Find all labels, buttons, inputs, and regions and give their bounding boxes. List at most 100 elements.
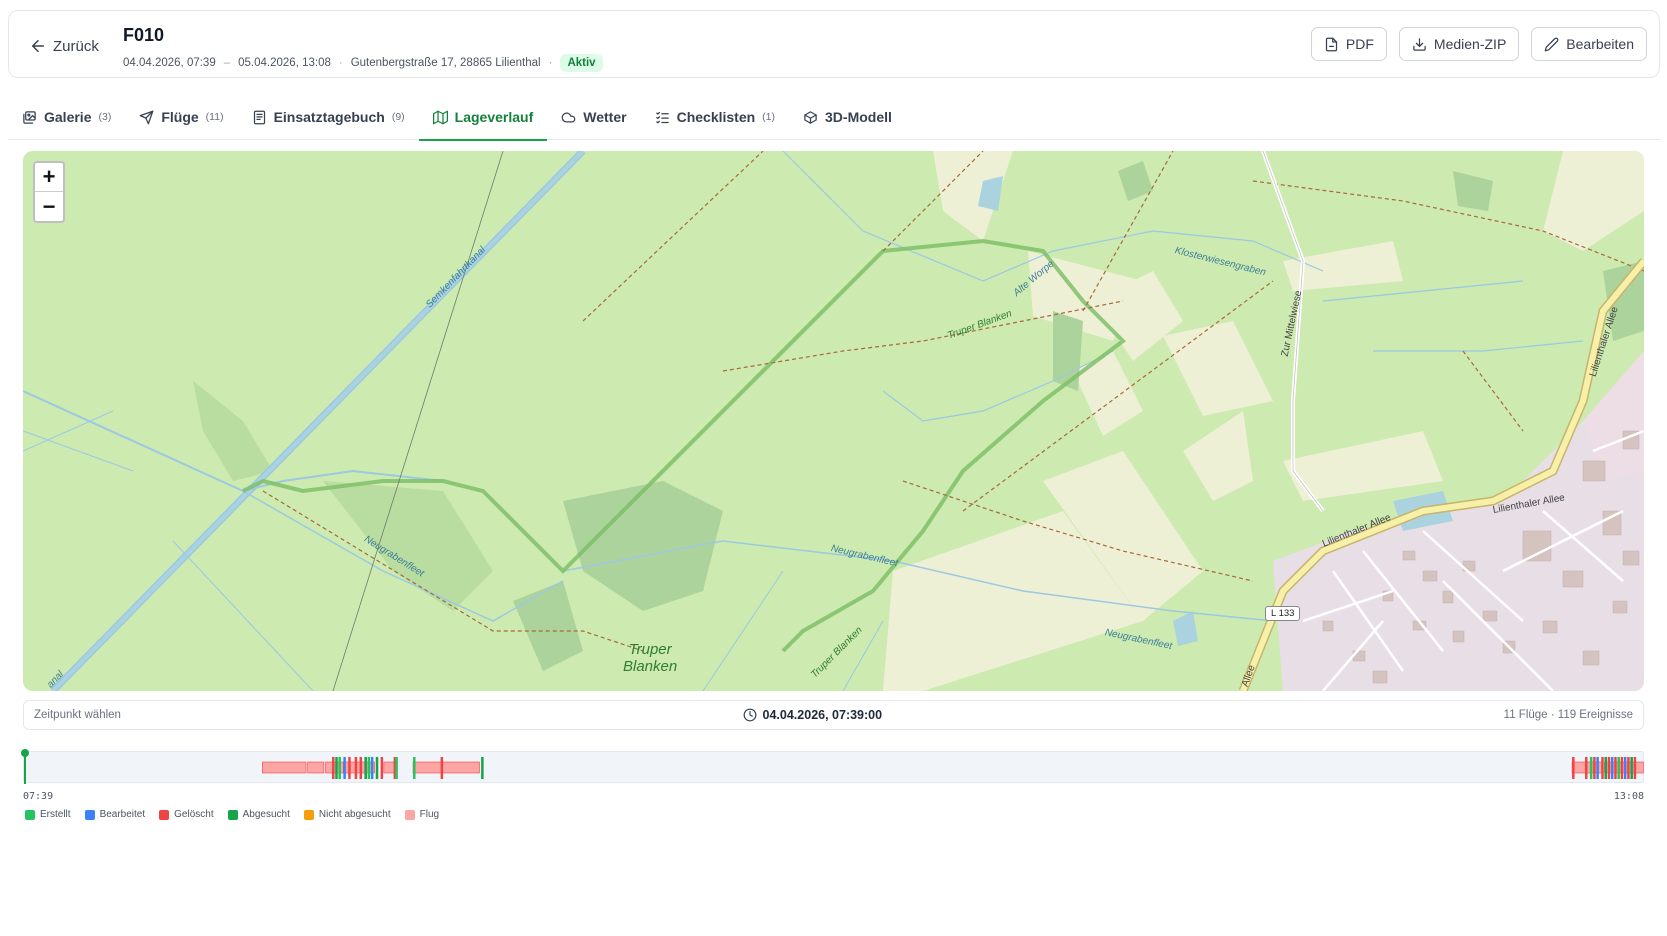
timeline-event-marker[interactable] [331,757,335,779]
address: Gutenbergstraße 17, 28865 Lilienthal [350,57,541,69]
tab-label: Wetter [583,109,627,125]
timeline-event-marker[interactable] [359,757,363,779]
file-pdf-icon [1325,37,1338,51]
legend-item-flug: Flug [404,809,440,820]
timeline-flight-bar[interactable] [261,761,307,774]
range-separator: – [223,57,231,69]
back-button[interactable]: Zurück [29,34,99,58]
timeline-event-marker[interactable] [1627,757,1630,779]
timeline-event-marker[interactable] [1604,757,1607,779]
legend-label: Flug [419,809,440,820]
current-time: 04.04.2026, 07:39:00 [743,708,883,722]
timeline-event-marker[interactable] [380,757,384,779]
timeline-cursor-handle[interactable] [21,749,29,757]
back-label: Zurück [53,37,99,55]
timeline-marks [21,749,1644,784]
time-selector-label: Zeitpunkt wählen [34,709,121,721]
tab-label: Checklisten [676,109,756,125]
timeline-event-marker[interactable] [1610,757,1614,779]
timeline-event-marker[interactable] [1596,757,1599,779]
timeline-event-marker[interactable] [1585,757,1588,779]
end-time: 05.04.2026, 13:08 [238,57,331,69]
timeline-event-marker[interactable] [1617,757,1620,779]
timeline-event-marker[interactable] [335,757,338,779]
tab-checklisten[interactable]: Checklisten (1) [641,94,789,140]
timeline-event-marker[interactable] [364,757,367,779]
timeline-event-marker[interactable] [1630,757,1633,779]
timeline-event-marker[interactable] [338,757,341,779]
tab-galerie[interactable]: Galerie (3) [8,94,125,140]
legend-label: Erstellt [40,809,71,820]
legend-label: Abgesucht [242,809,290,820]
flight-event-summary: 11 Flüge · 119 Ereignisse [1503,709,1633,721]
legend-label: Gelöscht [174,809,214,820]
mission-meta: 04.04.2026, 07:39 – 05.04.2026, 13:08 · … [123,54,603,72]
timeline-event-marker[interactable] [375,757,379,779]
map-tiles [23,151,1644,691]
timeline-event-marker[interactable] [370,757,374,779]
legend-swatch [84,809,95,820]
legend-item-geloescht: Gelöscht [159,809,214,820]
legend-label: Nicht abgesucht [318,809,391,820]
timeline-event-marker[interactable] [413,757,416,779]
pdf-label: PDF [1345,36,1374,52]
current-time-value: 04.04.2026, 07:39:00 [762,708,883,722]
zoom-control: + − [33,161,65,223]
timeline-event-marker[interactable] [354,757,358,779]
legend-swatch [25,809,35,820]
tab-fluege[interactable]: Flüge (11) [125,94,237,140]
legend-item-bearbeitet: Bearbeitet [84,809,145,820]
legend-swatch [404,809,415,820]
timeline-event-marker[interactable] [1607,757,1611,779]
download-icon [1413,37,1426,51]
pencil-icon [1544,37,1559,51]
list-checks-icon [655,111,669,123]
legend-swatch [303,809,314,820]
timeline-event-marker[interactable] [1572,757,1575,779]
box-icon [804,110,817,124]
tab-count: (11) [205,111,224,123]
timeline-event-marker[interactable] [1623,757,1627,779]
timeline-event-marker[interactable] [395,757,398,779]
timeline-flight-bar[interactable] [307,761,325,774]
timeline-event-marker[interactable] [367,757,371,779]
timeline-event-marker[interactable] [348,757,351,779]
edit-button[interactable]: Bearbeiten [1531,27,1647,61]
map-place-label: Truper Blanken [623,641,677,675]
timeline-event-marker[interactable] [1589,757,1593,779]
place-label-line: Blanken [623,658,678,675]
tab-einsatztagebuch[interactable]: Einsatztagebuch (9) [238,94,419,140]
timeline-event-marker[interactable] [343,757,346,779]
tab-label: Einsatztagebuch [273,109,385,125]
time-selector[interactable]: Zeitpunkt wählen 04.04.2026, 07:39:00 11… [23,700,1644,730]
media-zip-label: Medien-ZIP [1433,36,1507,52]
cloud-icon [561,112,576,122]
media-zip-button[interactable]: Medien-ZIP [1398,27,1520,61]
timeline-event-marker[interactable] [1593,757,1596,779]
header-actions: PDF Medien-ZIP Bearbeiten [1310,27,1647,61]
timeline-event-marker[interactable] [481,757,484,779]
zoom-in-button[interactable]: + [35,163,63,192]
timeline-event-marker[interactable] [1614,757,1617,779]
tab-label: 3D-Modell [825,109,892,125]
start-time: 04.04.2026, 07:39 [123,57,216,69]
timeline-track[interactable] [21,749,1644,784]
timeline-event-marker[interactable] [440,757,444,779]
dot-separator: · [338,57,343,69]
tab-bar: Galerie (3) Flüge (11) Einsatztagebuch (… [8,94,1660,141]
timeline-event-marker[interactable] [1620,757,1624,779]
timeline-event-marker[interactable] [1633,757,1637,779]
status-badge: Aktiv [560,54,603,72]
dot-separator: · [548,57,553,69]
tab-3d-modell[interactable]: 3D-Modell [789,94,906,140]
timeline-flight-bar[interactable] [412,761,480,774]
zoom-out-button[interactable]: − [35,192,63,221]
pdf-button[interactable]: PDF [1310,27,1387,61]
clock-icon [743,708,756,722]
map-icon [432,110,448,124]
map-view[interactable]: + − Semkenfahrtkanal Neugrabenfleet Neug… [23,151,1644,691]
timeline-event-marker[interactable] [1601,757,1604,779]
tab-wetter[interactable]: Wetter [547,94,640,140]
tab-count: (3) [98,111,112,123]
tab-lageverlauf[interactable]: Lageverlauf [418,94,548,141]
